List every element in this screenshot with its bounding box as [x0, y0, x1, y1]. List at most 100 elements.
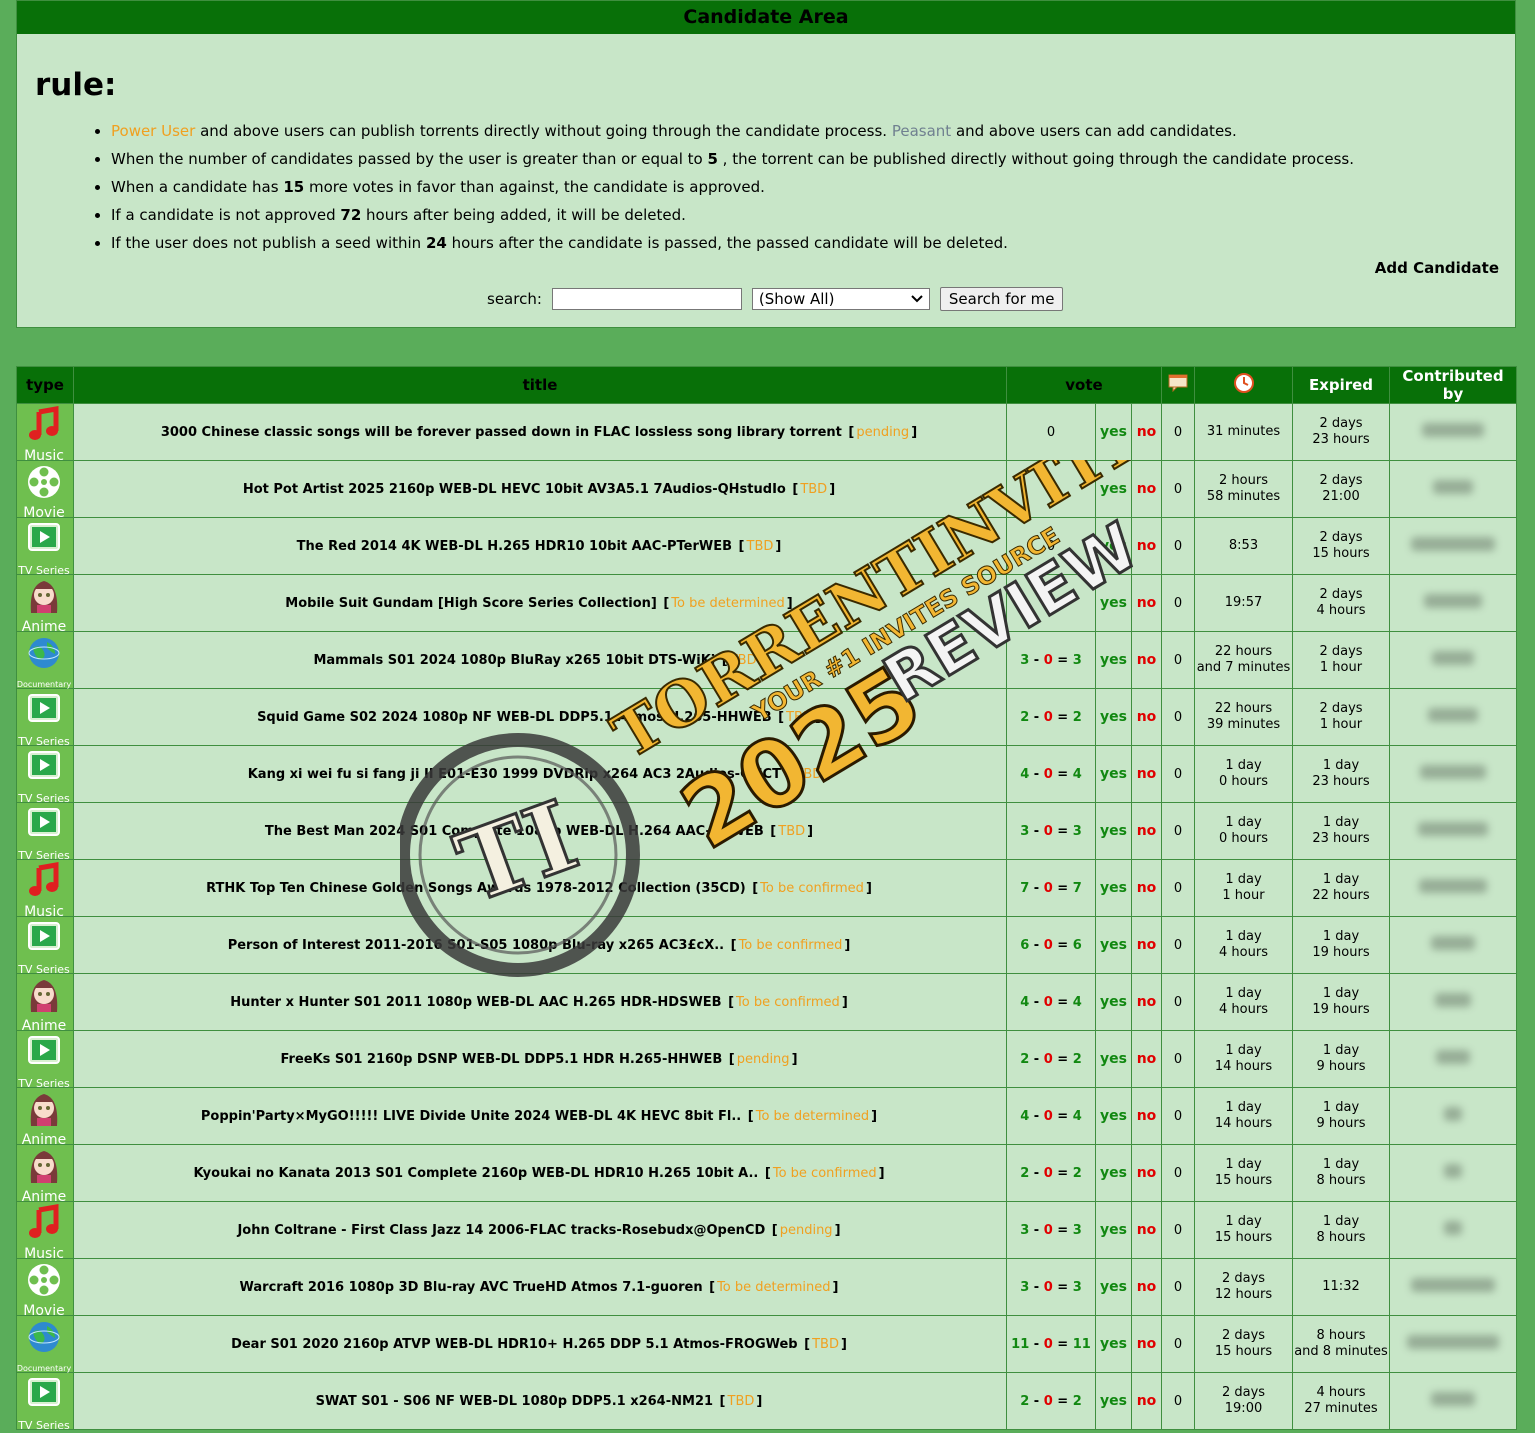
vote-yes-button[interactable]: yes [1095, 1201, 1132, 1259]
contributor-cell[interactable] [1389, 403, 1517, 461]
comment-count[interactable]: 0 [1161, 745, 1195, 803]
category-badge[interactable]: TV Series [17, 1031, 71, 1090]
vote-no-button[interactable]: no [1131, 688, 1162, 746]
candidate-title-link[interactable]: Kang xi wei fu si fang ji II E01-E30 199… [248, 767, 781, 782]
comment-count[interactable]: 0 [1161, 1087, 1195, 1145]
category-badge[interactable]: Anime [17, 974, 71, 1034]
type-cell[interactable]: TV Series [16, 916, 74, 976]
vote-no-button[interactable]: no [1131, 745, 1162, 803]
type-cell[interactable]: Music [16, 859, 74, 920]
category-select[interactable]: (Show All) [751, 288, 930, 310]
contributor-name-blurred[interactable] [1436, 1050, 1470, 1064]
comment-count[interactable]: 0 [1161, 1201, 1195, 1259]
contributor-name-blurred[interactable] [1411, 1278, 1495, 1292]
contributor-cell[interactable] [1389, 1087, 1517, 1145]
contributor-cell[interactable] [1389, 859, 1517, 917]
type-cell[interactable]: Anime [16, 1087, 74, 1148]
type-cell[interactable]: Music [16, 1201, 74, 1262]
contributor-name-blurred[interactable] [1444, 1107, 1462, 1121]
category-badge[interactable]: Music [17, 860, 71, 920]
add-candidate-link[interactable]: Add Candidate [1375, 259, 1499, 277]
type-cell[interactable]: Movie [16, 1258, 74, 1319]
vote-yes-button[interactable]: yes [1095, 403, 1132, 461]
contributor-cell[interactable] [1389, 802, 1517, 860]
candidate-title-link[interactable]: RTHK Top Ten Chinese Golden Songs Awards… [206, 881, 746, 896]
power-user-link[interactable]: Power User [111, 122, 195, 140]
category-badge[interactable]: TV Series [17, 803, 71, 862]
vote-yes-button[interactable]: yes [1095, 517, 1132, 575]
type-cell[interactable]: Anime [16, 574, 74, 635]
contributor-cell[interactable] [1389, 973, 1517, 1031]
vote-yes-button[interactable]: yes [1095, 745, 1132, 803]
comment-count[interactable]: 0 [1161, 574, 1195, 632]
category-badge[interactable]: Documentary [17, 632, 71, 689]
comment-count[interactable]: 0 [1161, 688, 1195, 746]
type-cell[interactable]: Anime [16, 1144, 74, 1205]
category-badge[interactable]: Anime [17, 1145, 71, 1205]
vote-yes-button[interactable]: yes [1095, 688, 1132, 746]
contributor-cell[interactable] [1389, 517, 1517, 575]
contributor-cell[interactable] [1389, 631, 1517, 689]
vote-yes-button[interactable]: yes [1095, 1087, 1132, 1145]
contributor-cell[interactable] [1389, 1315, 1517, 1373]
comment-count[interactable]: 0 [1161, 916, 1195, 974]
category-badge[interactable]: TV Series [17, 746, 71, 805]
category-badge[interactable]: Music [17, 1202, 71, 1262]
category-badge[interactable]: TV Series [17, 917, 71, 976]
contributor-cell[interactable] [1389, 688, 1517, 746]
vote-no-button[interactable]: no [1131, 1087, 1162, 1145]
contributor-name-blurred[interactable] [1418, 822, 1488, 836]
vote-no-button[interactable]: no [1131, 1030, 1162, 1088]
vote-yes-button[interactable]: yes [1095, 916, 1132, 974]
vote-yes-button[interactable]: yes [1095, 460, 1132, 518]
comment-count[interactable]: 0 [1161, 517, 1195, 575]
candidate-title-link[interactable]: 3000 Chinese classic songs will be forev… [161, 425, 842, 440]
candidate-title-link[interactable]: Kyoukai no Kanata 2013 S01 Complete 2160… [193, 1166, 758, 1181]
candidate-title-link[interactable]: Squid Game S02 2024 1080p NF WEB-DL DDP5… [257, 710, 772, 725]
comment-count[interactable]: 0 [1161, 973, 1195, 1031]
contributor-name-blurred[interactable] [1444, 1221, 1462, 1235]
comment-count[interactable]: 0 [1161, 1030, 1195, 1088]
col-time[interactable] [1194, 366, 1293, 404]
type-cell[interactable]: Documentary [16, 1315, 74, 1373]
contributor-name-blurred[interactable] [1428, 708, 1478, 722]
category-badge[interactable]: Music [17, 404, 71, 464]
col-type[interactable]: type [16, 366, 74, 404]
candidate-title-link[interactable]: Dear S01 2020 2160p ATVP WEB-DL HDR10+ H… [231, 1337, 798, 1352]
vote-no-button[interactable]: no [1131, 916, 1162, 974]
comment-count[interactable]: 0 [1161, 460, 1195, 518]
contributor-name-blurred[interactable] [1435, 993, 1471, 1007]
contributor-name-blurred[interactable] [1422, 423, 1484, 437]
contributor-name-blurred[interactable] [1420, 765, 1486, 779]
category-badge[interactable]: Movie [17, 1259, 71, 1319]
col-comments[interactable] [1161, 366, 1195, 404]
type-cell[interactable]: Anime [16, 973, 74, 1034]
vote-no-button[interactable]: no [1131, 859, 1162, 917]
contributor-cell[interactable] [1389, 745, 1517, 803]
comment-count[interactable]: 0 [1161, 859, 1195, 917]
vote-no-button[interactable]: no [1131, 1372, 1162, 1430]
category-badge[interactable]: TV Series [17, 689, 71, 748]
vote-yes-button[interactable]: yes [1095, 1315, 1132, 1373]
candidate-title-link[interactable]: John Coltrane - First Class Jazz 14 2006… [237, 1223, 765, 1238]
vote-no-button[interactable]: no [1131, 517, 1162, 575]
vote-yes-button[interactable]: yes [1095, 1030, 1132, 1088]
contributor-cell[interactable] [1389, 1201, 1517, 1259]
type-cell[interactable]: Movie [16, 460, 74, 521]
vote-no-button[interactable]: no [1131, 574, 1162, 632]
contributor-name-blurred[interactable] [1431, 1392, 1475, 1406]
vote-no-button[interactable]: no [1131, 1315, 1162, 1373]
vote-yes-button[interactable]: yes [1095, 973, 1132, 1031]
vote-no-button[interactable]: no [1131, 973, 1162, 1031]
contributor-cell[interactable] [1389, 574, 1517, 632]
vote-no-button[interactable]: no [1131, 460, 1162, 518]
vote-no-button[interactable]: no [1131, 403, 1162, 461]
contributor-name-blurred[interactable] [1407, 1335, 1499, 1349]
contributor-name-blurred[interactable] [1444, 1164, 1462, 1178]
search-button[interactable]: Search for me [939, 287, 1064, 311]
vote-yes-button[interactable]: yes [1095, 802, 1132, 860]
candidate-title-link[interactable]: Mobile Suit Gundam [High Score Series Co… [285, 596, 657, 611]
contributor-name-blurred[interactable] [1431, 936, 1475, 950]
vote-no-button[interactable]: no [1131, 631, 1162, 689]
vote-yes-button[interactable]: yes [1095, 1258, 1132, 1316]
